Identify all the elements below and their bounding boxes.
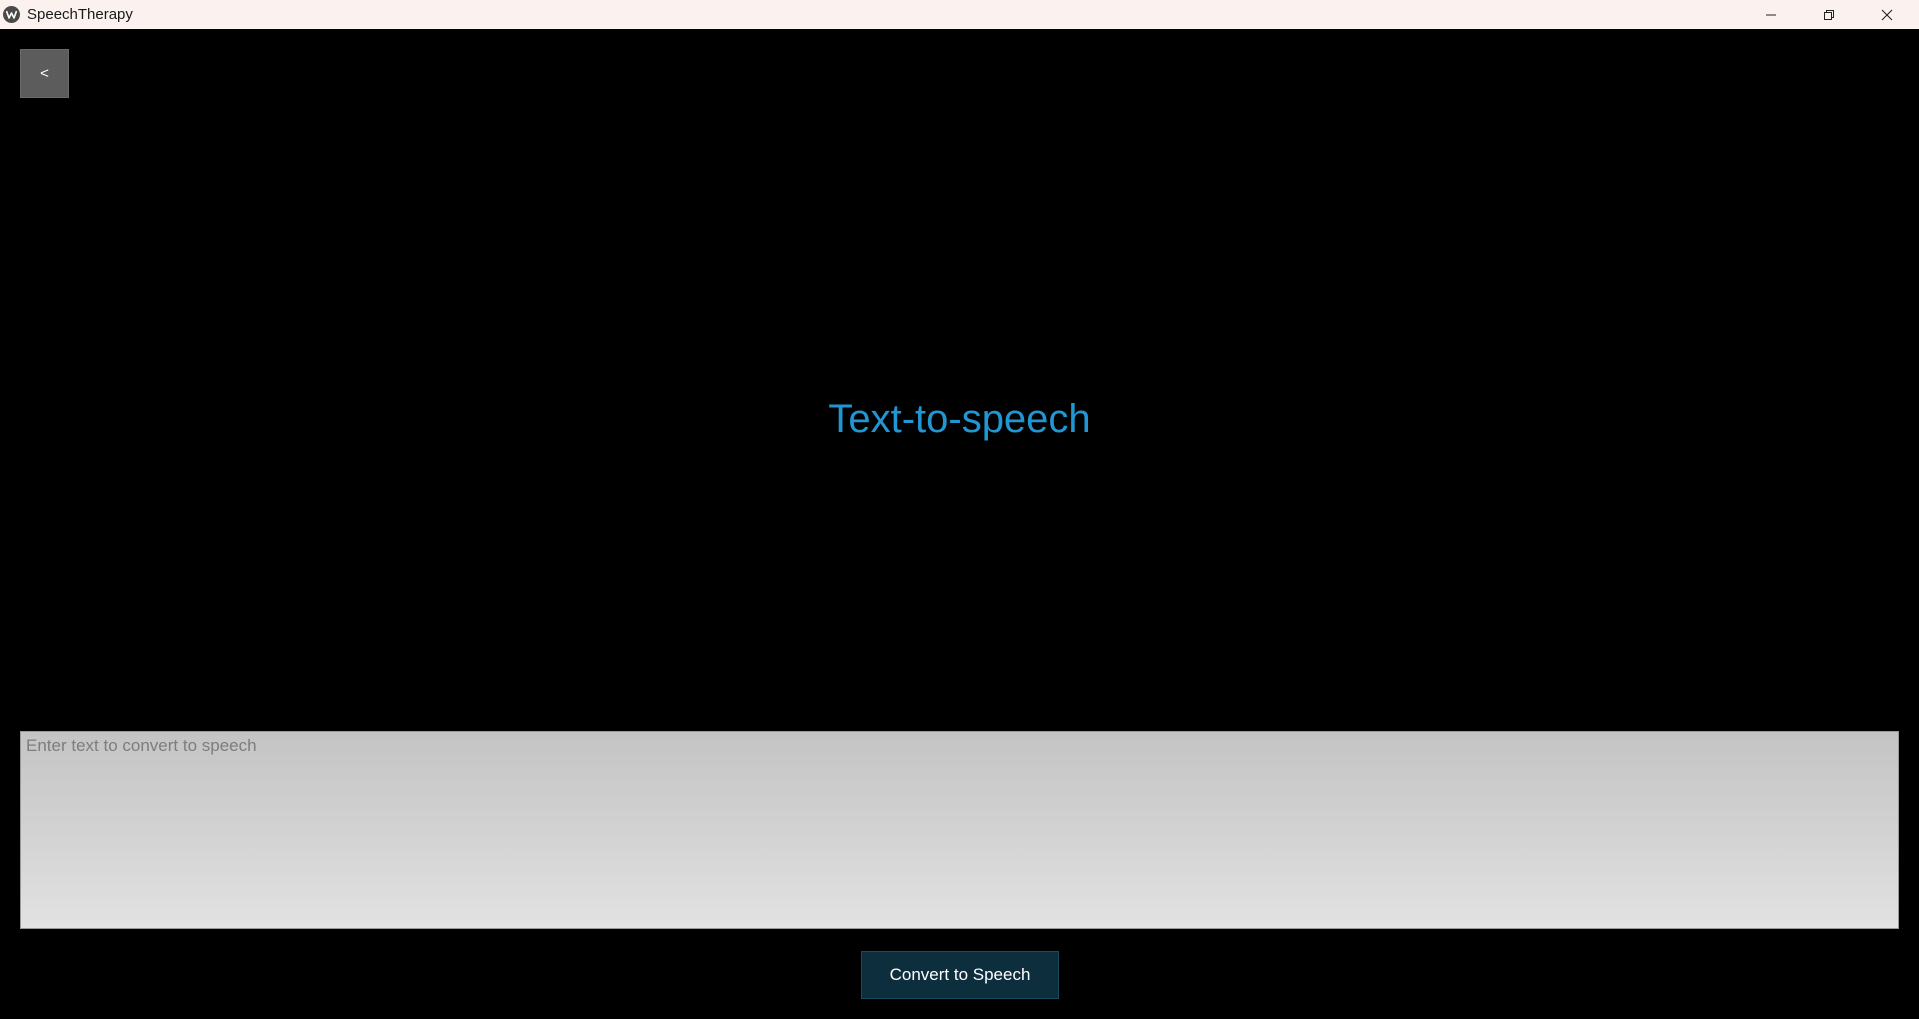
restore-button[interactable]	[1800, 0, 1858, 29]
app-content: < Text-to-speech Convert to Speech	[0, 29, 1919, 1019]
page-title: Text-to-speech	[828, 397, 1091, 441]
convert-to-speech-button[interactable]: Convert to Speech	[861, 951, 1059, 999]
back-button[interactable]: <	[20, 49, 69, 98]
minimize-icon	[1766, 14, 1776, 15]
restore-icon	[1824, 9, 1834, 20]
close-icon	[1881, 9, 1893, 20]
minimize-button[interactable]	[1742, 0, 1800, 29]
speech-text-area[interactable]	[20, 731, 1899, 929]
window-titlebar: SpeechTherapy	[0, 0, 1919, 29]
close-button[interactable]	[1858, 0, 1916, 29]
window-title: SpeechTherapy	[27, 6, 133, 23]
app-logo-icon	[3, 6, 20, 23]
speech-text-input[interactable]	[26, 736, 1893, 924]
